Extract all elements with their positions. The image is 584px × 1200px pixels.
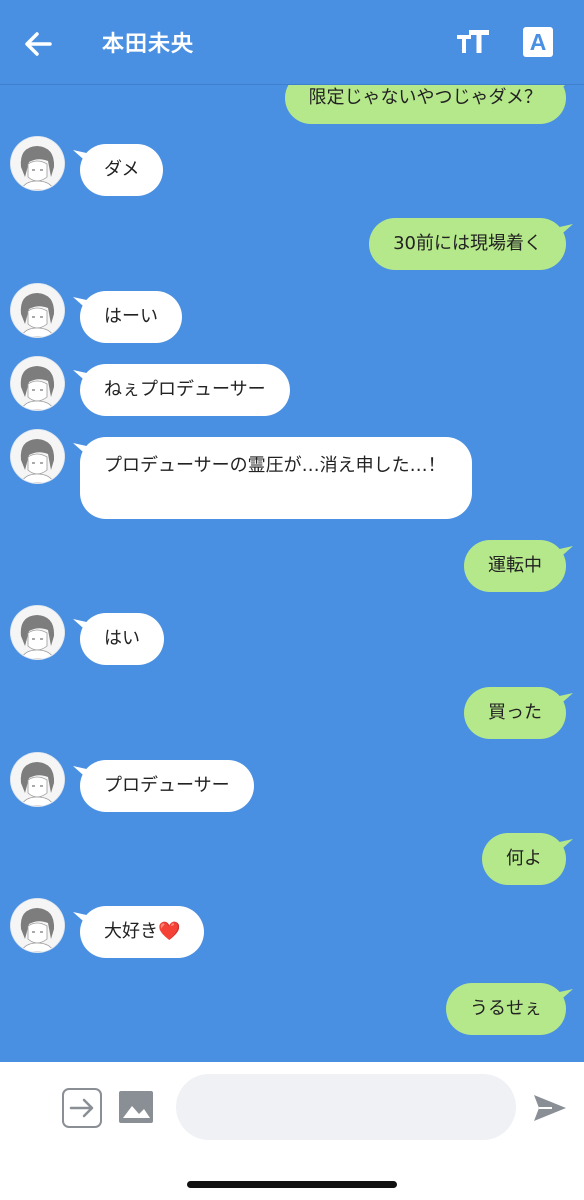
message-bubble-incoming: ダメ [80,144,164,196]
message-bubble-outgoing: 運転中 [464,540,566,592]
image-button[interactable] [118,1089,154,1125]
back-button[interactable] [22,28,56,60]
message-bubble-outgoing: うるせぇ [446,983,566,1035]
avatar[interactable] [11,606,64,659]
avatar-image [11,357,64,410]
message-bubble-incoming: プロデューサーの霊圧が…消え申した…！ [80,437,472,519]
text-size-icon [457,30,489,53]
avatar[interactable] [11,899,64,952]
avatar-image [11,753,64,806]
avatar[interactable] [11,284,64,337]
message-bubble-incoming: はい [80,613,164,665]
home-indicator [187,1181,397,1188]
send-button[interactable] [532,1092,568,1124]
avatar[interactable] [11,753,64,806]
avatar-image [11,899,64,952]
page-title: 本田未央 [102,32,195,57]
chat-header: 本田未央 A [0,0,584,85]
message-bubble-incoming: はーい [80,291,182,343]
translate-button[interactable]: A [523,27,553,57]
message-bubble-outgoing: 30前には現場着く [369,218,566,270]
composer-bar [0,1062,584,1200]
avatar-image [11,430,64,483]
font-size-button[interactable] [454,26,494,60]
message-bubble-incoming: プロデューサー [80,760,254,812]
message-input[interactable] [176,1074,516,1140]
chat-area[interactable]: 限定じゃないやつじゃダメ？ ダメ 30前には現場着く はーい ねぇプロデューサー… [0,0,584,1062]
message-bubble-incoming: ねぇプロデューサー [80,364,290,416]
avatar[interactable] [11,357,64,410]
avatar[interactable] [11,430,64,483]
expand-button[interactable] [62,1088,102,1128]
arrow-left-icon [25,32,52,56]
avatar-image [11,606,64,659]
image-icon [119,1091,153,1123]
avatar[interactable] [11,137,64,190]
message-bubble-outgoing: 何よ [482,833,566,885]
message-bubble-outgoing: 買った [464,687,566,739]
avatar-image [11,284,64,337]
send-icon [534,1095,566,1121]
message-bubble-incoming: 大好き❤️ [80,906,205,958]
avatar-image [11,137,64,190]
expand-arrow-icon [69,1098,94,1118]
